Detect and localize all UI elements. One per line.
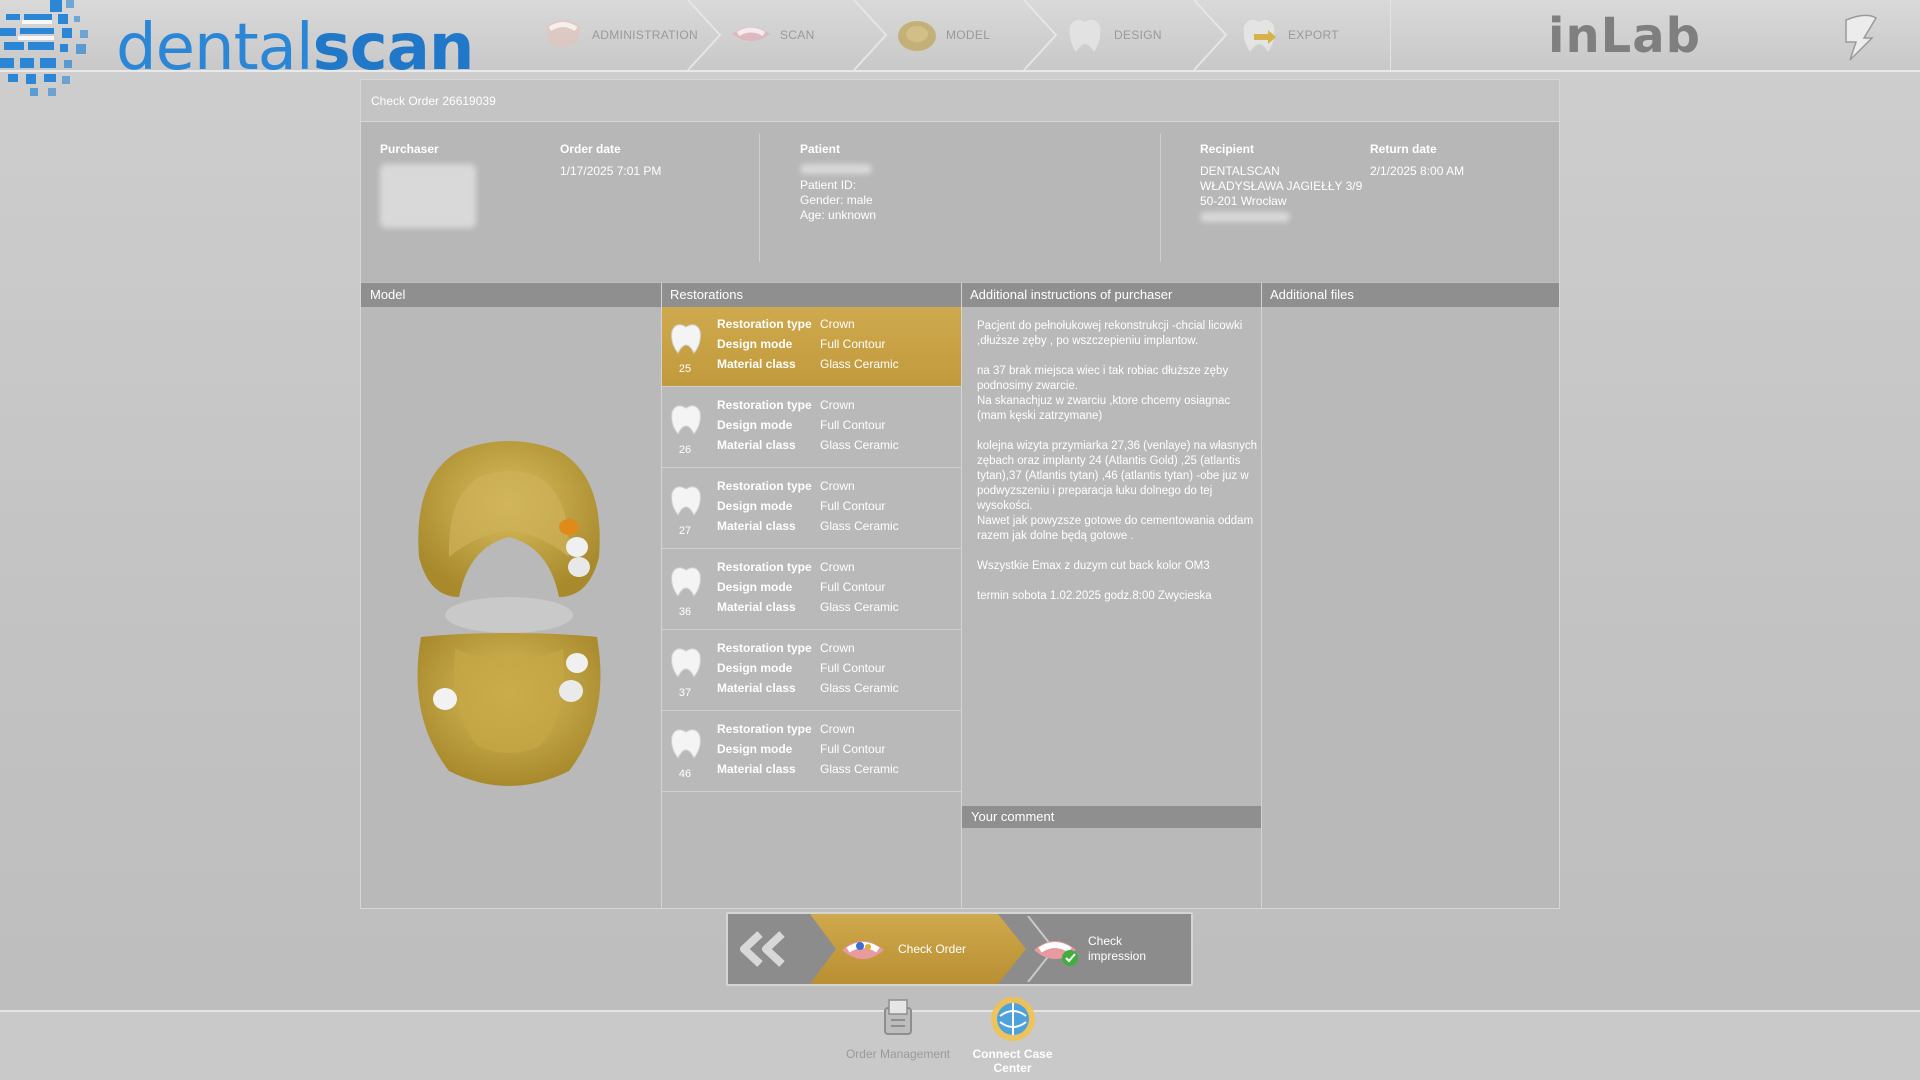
your-comment-field[interactable] [962, 828, 1261, 908]
restoration-item-27[interactable]: 27 Restoration type Crown Design mode Full… [662, 469, 962, 549]
additional-files-area[interactable] [1262, 307, 1559, 908]
instructions-header: Additional instructions of purchaser [961, 283, 1261, 307]
connect-case-center-globe-icon [990, 997, 1035, 1041]
top-bar-divider [0, 70, 1920, 72]
steps-end-divider [1390, 0, 1391, 70]
restoration-item-46[interactable]: 46 Restoration type Crown Design mode Full… [662, 712, 962, 792]
crown-tooth-icon [671, 729, 701, 759]
step-model[interactable]: MODEL [894, 0, 990, 70]
files-header: Additional files [1261, 283, 1559, 307]
purchaser-section: Purchaser [380, 122, 476, 228]
back-double-chevron-icon[interactable] [730, 916, 800, 982]
return-date-value: 2/1/2025 8:00 AM [1370, 164, 1465, 178]
instructions-area: Pacjent do pełnołukowej rekonstrukcji -c… [962, 307, 1262, 908]
workflow-steps: ADMINISTRATION SCAN MODEL DESIGN EXPORT [530, 0, 1391, 70]
dentalscan-logo-mark-icon [0, 0, 88, 96]
jaw-icon [546, 20, 580, 47]
check-order-panel: Check Order 26619039 Purchaser Order dat… [360, 79, 1560, 909]
patient-name-redacted [800, 164, 872, 174]
order-date-value: 1/17/2025 7:01 PM [560, 164, 662, 178]
crown-tooth-icon [671, 648, 701, 678]
restoration-item-37[interactable]: 37 Restoration type Crown Design mode Full… [662, 631, 962, 711]
your-comment-header: Your comment [962, 806, 1262, 828]
crown-tooth-icon [671, 486, 701, 516]
restoration-item-26[interactable]: 26 Restoration type Crown Design mode Full… [662, 388, 962, 468]
lightning-bolt-icon[interactable] [1836, 12, 1880, 62]
model-icon [898, 21, 936, 51]
scan-jaw-icon [732, 27, 770, 41]
model-header: Model [361, 283, 661, 307]
step-separator-icon [1193, 0, 1228, 70]
restorations-header: Restorations [661, 283, 961, 307]
recipient-section: Recipient DENTALSCAN WŁADYSŁAWA JAGIEŁŁY… [1200, 122, 1362, 222]
order-info-row: Purchaser Order date 1/17/2025 7:01 PM P… [361, 122, 1559, 282]
dentalscan-logo-text: dentalscan [116, 11, 474, 85]
inlab-brand: inLab [1548, 8, 1701, 64]
order-date-section: Order date 1/17/2025 7:01 PM [560, 142, 662, 178]
top-bar: dentalscan ADMINISTRATION SCAN MODEL DES… [0, 0, 1920, 96]
check-order-jaw-icon [842, 941, 884, 959]
restoration-item-36[interactable]: 36 Restoration type Crown Design mode Full… [662, 550, 962, 630]
order-management-icon [884, 999, 912, 1035]
design-tooth-icon [1069, 19, 1101, 52]
crown-tooth-icon [671, 324, 701, 354]
step-separator-icon [853, 0, 888, 70]
check-order-label: Check Order [898, 942, 967, 956]
info-divider [1160, 134, 1161, 262]
crown-tooth-icon [671, 405, 701, 435]
check-impression-label: Check impression [1088, 934, 1147, 963]
step-scan[interactable]: SCAN [728, 0, 815, 70]
restoration-item-25[interactable]: 25 Restoration type Crown Design mode Full… [662, 307, 962, 387]
step-separator-icon [1023, 0, 1058, 70]
crown-tooth-icon [671, 567, 701, 597]
connect-case-center-button[interactable]: Connect Case Center [955, 994, 1070, 1075]
export-tooth-icon [1243, 19, 1276, 52]
info-divider [759, 134, 760, 262]
step-administration[interactable]: ADMINISTRATION [540, 0, 698, 70]
purchaser-instructions: Pacjent do pełnołukowej rekonstrukcji -c… [977, 320, 1257, 602]
panel-title: Check Order 26619039 [361, 80, 1559, 122]
check-impression-jaw-icon [1034, 941, 1078, 966]
dental-arch-model[interactable] [399, 437, 619, 797]
return-date-section: Return date 2/1/2025 8:00 AM [1370, 142, 1465, 178]
wizard-bar: Check Order Check impression [726, 912, 1193, 986]
patient-section: Patient Patient ID: Gender: male Age: un… [800, 142, 877, 222]
step-separator-icon [687, 0, 722, 70]
purchaser-redacted [380, 164, 476, 228]
order-management-button[interactable]: Order Management [843, 994, 953, 1061]
step-design[interactable]: DESIGN [1062, 0, 1162, 70]
restorations-list: 25 Restoration type Crown Design mode Full… [662, 307, 962, 908]
model-view[interactable] [361, 307, 661, 908]
step-export[interactable]: EXPORT [1236, 0, 1339, 70]
recipient-phone-redacted [1200, 212, 1290, 222]
